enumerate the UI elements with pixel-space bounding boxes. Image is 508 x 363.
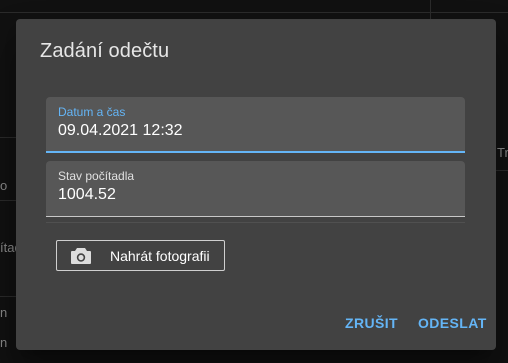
bg-cell-text: n xyxy=(0,335,8,350)
bg-column-header: Tr xyxy=(497,145,508,160)
cancel-button[interactable]: ZRUŠIT xyxy=(345,315,398,331)
upload-photo-label: Nahrát fotografii xyxy=(110,248,210,264)
datetime-field-underline xyxy=(46,151,465,153)
upload-photo-button[interactable]: Nahrát fotografii xyxy=(56,240,225,271)
camera-icon xyxy=(70,247,92,265)
datetime-field-label: Datum a čas xyxy=(58,105,126,119)
section-divider xyxy=(46,222,465,223)
bg-divider xyxy=(0,200,16,201)
datetime-field[interactable]: Datum a čas 09.04.2021 12:32 xyxy=(46,97,465,153)
bg-divider xyxy=(0,137,16,138)
bg-divider xyxy=(0,296,16,297)
bg-divider xyxy=(430,0,431,19)
dialog-title: Zadání odečtu xyxy=(40,40,170,62)
bg-cell-text: n xyxy=(0,305,8,320)
bg-divider xyxy=(496,170,508,171)
bg-cell-text: o xyxy=(0,178,8,193)
counter-field-label: Stav počítadla xyxy=(58,169,135,183)
reading-dialog: Zadání odečtu Datum a čas 09.04.2021 12:… xyxy=(16,19,496,350)
datetime-field-value[interactable]: 09.04.2021 12:32 xyxy=(58,122,183,140)
counter-field[interactable]: Stav počítadla 1004.52 xyxy=(46,161,465,217)
submit-button[interactable]: ODESLAT xyxy=(418,315,487,331)
counter-field-underline xyxy=(46,216,465,217)
counter-field-value[interactable]: 1004.52 xyxy=(58,186,116,204)
bg-divider xyxy=(0,12,508,13)
